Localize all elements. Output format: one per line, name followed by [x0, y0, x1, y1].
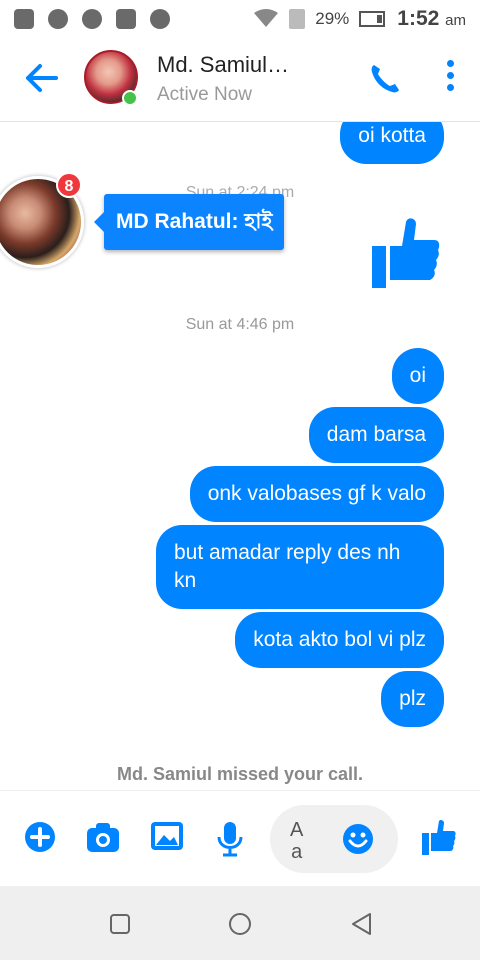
contact-name[interactable]: Md. Samiul…: [157, 52, 289, 78]
conversation-header: Md. Samiul… Active Now: [0, 38, 480, 122]
battery-icon: [359, 11, 386, 27]
recent-apps-icon[interactable]: [110, 914, 130, 934]
system-nav-bar: [0, 886, 480, 960]
back-arrow-icon[interactable]: [22, 62, 62, 94]
message-bubble-sent[interactable]: kota akto bol vi plz: [235, 612, 444, 668]
camera-icon[interactable]: [86, 821, 120, 853]
message-bubble-sent[interactable]: oi kotta: [340, 122, 444, 164]
missed-call-notice: Md. Samiul missed your call.: [116, 764, 364, 784]
composer-bar: Aa: [0, 790, 480, 886]
more-options-icon[interactable]: [444, 60, 456, 100]
status-bar: 29% 1:52 am: [0, 0, 480, 38]
message-bubble-sent[interactable]: oi: [391, 348, 444, 404]
messenger-icon: [150, 9, 170, 29]
clock-time: 1:52 am: [397, 7, 466, 30]
back-nav-icon[interactable]: [350, 912, 372, 936]
message-input[interactable]: Aa: [270, 805, 398, 873]
plus-icon[interactable]: [24, 821, 56, 853]
gallery-icon: [116, 9, 136, 29]
unread-badge: 8: [56, 172, 82, 198]
phone-call-icon[interactable]: [368, 62, 402, 96]
chat-head-preview[interactable]: MD Rahatul: হাই: [93, 194, 285, 250]
sim-icon: [289, 9, 306, 29]
message-bubble-sent[interactable]: onk valobases gf k valo: [189, 466, 444, 522]
timestamp: Sun at 4:46 pm: [185, 316, 295, 333]
message-bubble-sent[interactable]: but amadar reply des nh kn: [156, 525, 444, 609]
wifi-icon: [254, 9, 279, 27]
message-bubble-sent[interactable]: plz: [381, 671, 444, 727]
emoji-icon[interactable]: [342, 823, 374, 855]
notification-icon: [82, 9, 102, 29]
microphone-icon[interactable]: [216, 821, 244, 857]
home-icon[interactable]: [228, 912, 252, 936]
like-button-icon[interactable]: [422, 819, 456, 855]
shield-icon: [14, 9, 34, 29]
text-format-icon[interactable]: Aa: [290, 819, 303, 863]
battery-percent: 29%: [315, 9, 350, 28]
contact-status: Active Now: [157, 84, 253, 105]
thumbs-up-sticker-icon[interactable]: [372, 216, 440, 288]
clock-icon: [48, 9, 68, 29]
image-icon[interactable]: [150, 821, 184, 851]
online-indicator: [122, 90, 138, 106]
message-bubble-sent[interactable]: dam barsa: [308, 407, 444, 463]
